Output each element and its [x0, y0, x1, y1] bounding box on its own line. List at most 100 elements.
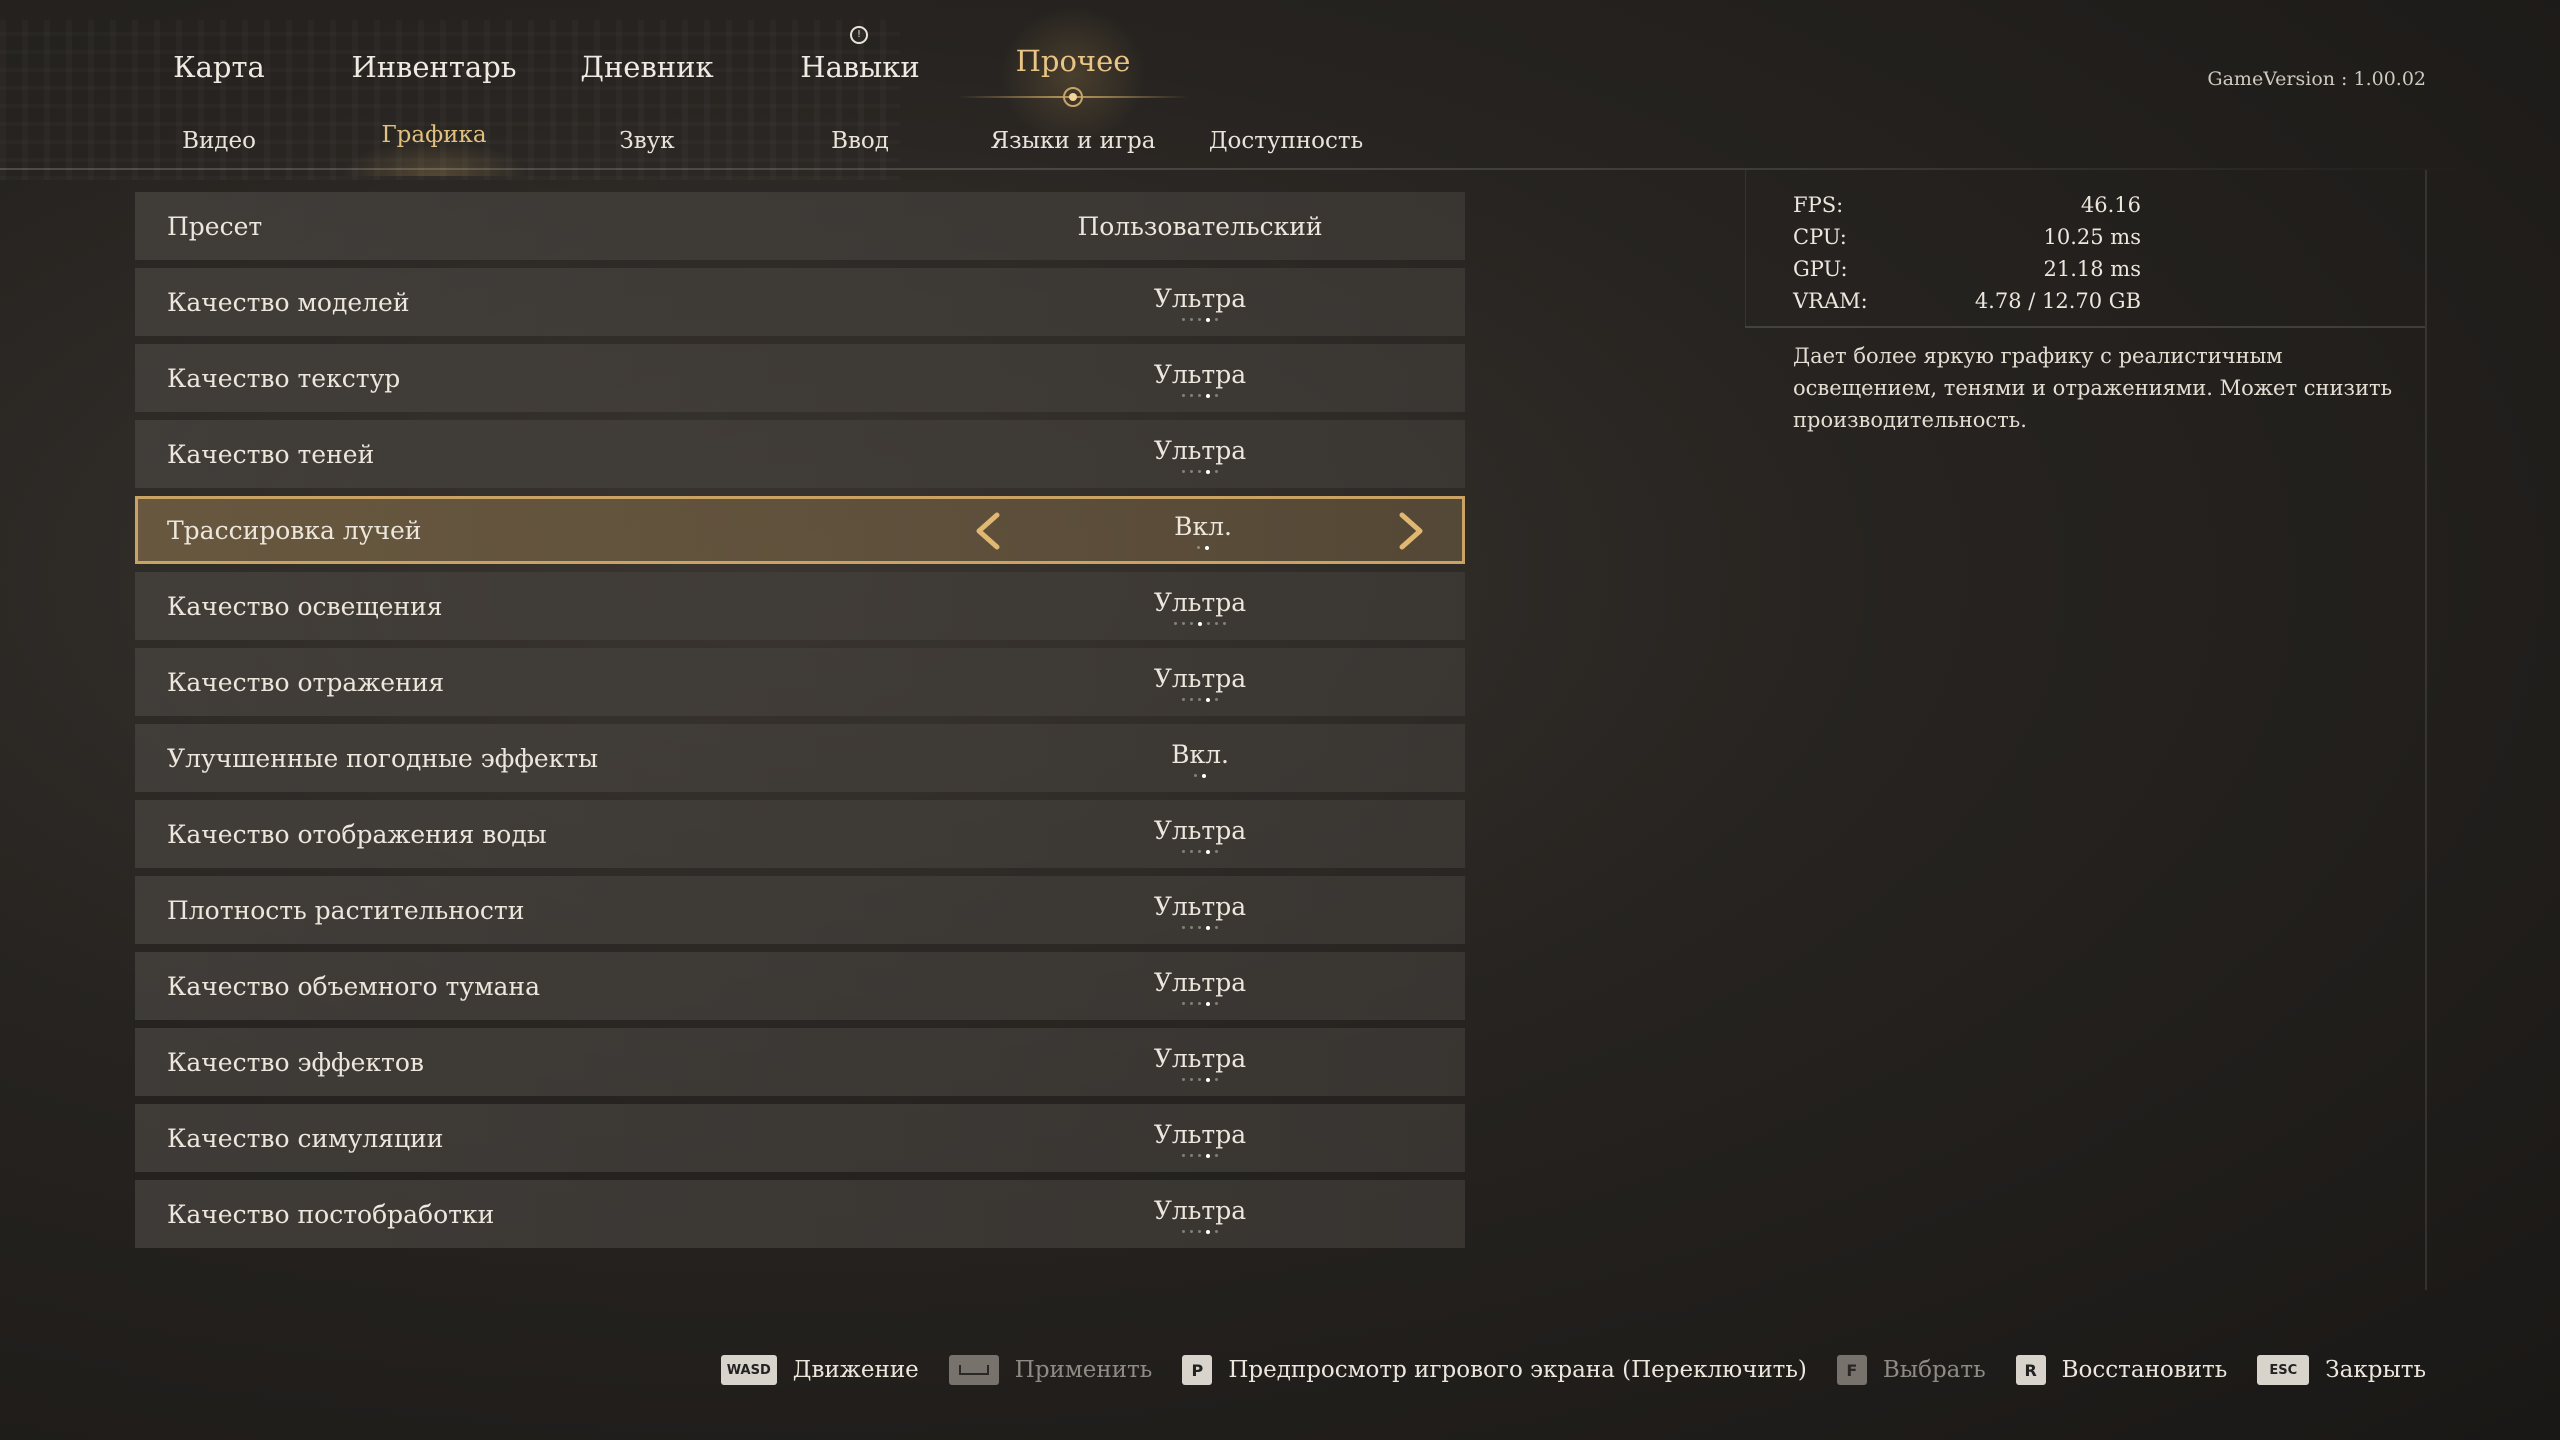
level-dot — [1198, 621, 1202, 626]
level-dot — [1206, 1077, 1210, 1082]
stat-cpu: CPU: 10.25 ms — [1793, 221, 2141, 253]
level-dot — [1190, 1154, 1193, 1157]
level-dot — [1206, 317, 1210, 322]
setting-row[interactable]: Качество теней Ультра — [135, 420, 1465, 488]
level-indicator — [1182, 925, 1218, 930]
level-indicator — [1182, 697, 1218, 702]
level-dot — [1198, 394, 1201, 397]
setting-row[interactable]: Качество отображения воды Ультра — [135, 800, 1465, 868]
hint-label: Закрыть — [2325, 1357, 2426, 1383]
setting-value: Пользовательский — [1077, 212, 1323, 241]
setting-label: Качество текстур — [167, 364, 401, 393]
setting-label: Качество постобработки — [167, 1200, 495, 1229]
setting-row[interactable]: Качество отражения Ультра — [135, 648, 1465, 716]
level-dot — [1190, 698, 1193, 701]
setting-value: Ультра — [1153, 664, 1247, 693]
hint-item[interactable]: P Предпросмотр игрового экрана (Переключи… — [1182, 1355, 1807, 1385]
level-dot — [1215, 850, 1218, 853]
setting-row[interactable]: Качество симуляции Ультра — [135, 1104, 1465, 1172]
level-dot — [1206, 925, 1210, 930]
setting-row[interactable]: Качество освещения Ультра — [135, 572, 1465, 640]
level-dot — [1198, 318, 1201, 321]
subtab-graphics[interactable]: Графика — [381, 122, 486, 148]
setting-row[interactable]: Пресет Пользовательский — [135, 192, 1465, 260]
level-dot — [1190, 394, 1193, 397]
setting-row[interactable]: Улучшенные погодные эффекты Вкл. — [135, 724, 1465, 792]
hint-item[interactable]: Применить — [948, 1355, 1152, 1385]
performance-stats: FPS: 46.16 CPU: 10.25 ms GPU: 21.18 ms VRAM… — [1793, 189, 2141, 317]
hint-label: Восстановить — [2061, 1357, 2228, 1383]
subtab-sound[interactable]: Звук — [619, 128, 674, 154]
setting-value: Ультра — [1153, 284, 1247, 313]
subtab-input[interactable]: Ввод — [831, 128, 889, 154]
chevron-right-icon[interactable] — [1390, 511, 1430, 551]
level-indicator — [1182, 1153, 1218, 1158]
setting-value: Ультра — [1153, 1196, 1247, 1225]
setting-label: Улучшенные погодные эффекты — [167, 744, 599, 773]
setting-value: Ультра — [1153, 1044, 1247, 1073]
level-dot — [1202, 773, 1206, 778]
level-indicator — [1182, 1001, 1218, 1006]
hint-item[interactable]: WASD Движение — [720, 1355, 919, 1385]
level-dot — [1215, 1002, 1218, 1005]
setting-row[interactable]: Трассировка лучей Вкл. — [135, 496, 1465, 564]
key-icon: WASD — [720, 1355, 777, 1385]
tab-map[interactable]: Карта — [173, 50, 265, 84]
chevron-left-icon[interactable] — [969, 511, 1009, 551]
setting-row[interactable]: Качество моделей Ультра — [135, 268, 1465, 336]
level-dot — [1190, 1002, 1193, 1005]
hint-item[interactable]: R Восстановить — [2015, 1355, 2228, 1385]
level-dot — [1182, 698, 1185, 701]
level-dot — [1182, 470, 1185, 473]
setting-label: Качество эффектов — [167, 1048, 424, 1077]
level-dot — [1198, 698, 1201, 701]
setting-label: Качество теней — [167, 440, 375, 469]
level-dot — [1198, 1078, 1201, 1081]
level-indicator — [1182, 393, 1218, 398]
setting-value: Ультра — [1153, 436, 1247, 465]
setting-description: Дает более яркую графику с реалистичным … — [1793, 344, 2393, 432]
level-indicator — [1182, 469, 1218, 474]
level-dot — [1190, 926, 1193, 929]
tab-other[interactable]: Прочее — [1016, 44, 1131, 78]
setting-row[interactable]: Качество объемного тумана Ультра — [135, 952, 1465, 1020]
stat-fps: FPS: 46.16 — [1793, 189, 2141, 221]
panel-edge — [2425, 170, 2427, 1290]
level-dot — [1205, 545, 1209, 550]
hint-item[interactable]: F Выбрать — [1836, 1355, 1986, 1385]
level-dot — [1215, 926, 1218, 929]
level-dot — [1190, 1230, 1193, 1233]
level-dot — [1215, 318, 1218, 321]
level-dot — [1182, 850, 1185, 853]
level-dot — [1182, 1154, 1185, 1157]
subtab-language-game[interactable]: Языки и игра — [991, 128, 1156, 154]
active-tab-indicator-icon — [1063, 87, 1083, 107]
setting-row[interactable]: Качество эффектов Ультра — [135, 1028, 1465, 1096]
level-dot — [1182, 1230, 1185, 1233]
tab-skills[interactable]: Навыки — [800, 50, 919, 84]
key-icon: F — [1836, 1355, 1867, 1385]
setting-row[interactable]: Качество текстур Ультра — [135, 344, 1465, 412]
subtab-accessibility[interactable]: Доступность — [1209, 128, 1363, 154]
hint-item[interactable]: ESC Закрыть — [2257, 1355, 2426, 1385]
setting-label: Качество симуляции — [167, 1124, 444, 1153]
level-indicator — [1194, 773, 1206, 778]
setting-label: Пресет — [167, 212, 263, 241]
level-dot — [1223, 622, 1226, 625]
setting-row[interactable]: Плотность растительности Ультра — [135, 876, 1465, 944]
subtab-video[interactable]: Видео — [182, 128, 256, 154]
level-dot — [1215, 1154, 1218, 1157]
level-indicator — [1182, 849, 1218, 854]
setting-row[interactable]: Качество постобработки Ультра — [135, 1180, 1465, 1248]
level-dot — [1206, 1001, 1210, 1006]
stat-value: 46.16 — [2080, 193, 2141, 217]
tab-journal[interactable]: Дневник — [580, 50, 713, 84]
hint-label: Движение — [792, 1357, 919, 1383]
stat-label: FPS: — [1793, 193, 1844, 217]
level-dot — [1198, 1154, 1201, 1157]
level-indicator — [1182, 1229, 1218, 1234]
tab-inventory[interactable]: Инвентарь — [351, 50, 516, 84]
level-dot — [1215, 698, 1218, 701]
level-dot — [1190, 1078, 1193, 1081]
level-indicator — [1197, 545, 1209, 550]
